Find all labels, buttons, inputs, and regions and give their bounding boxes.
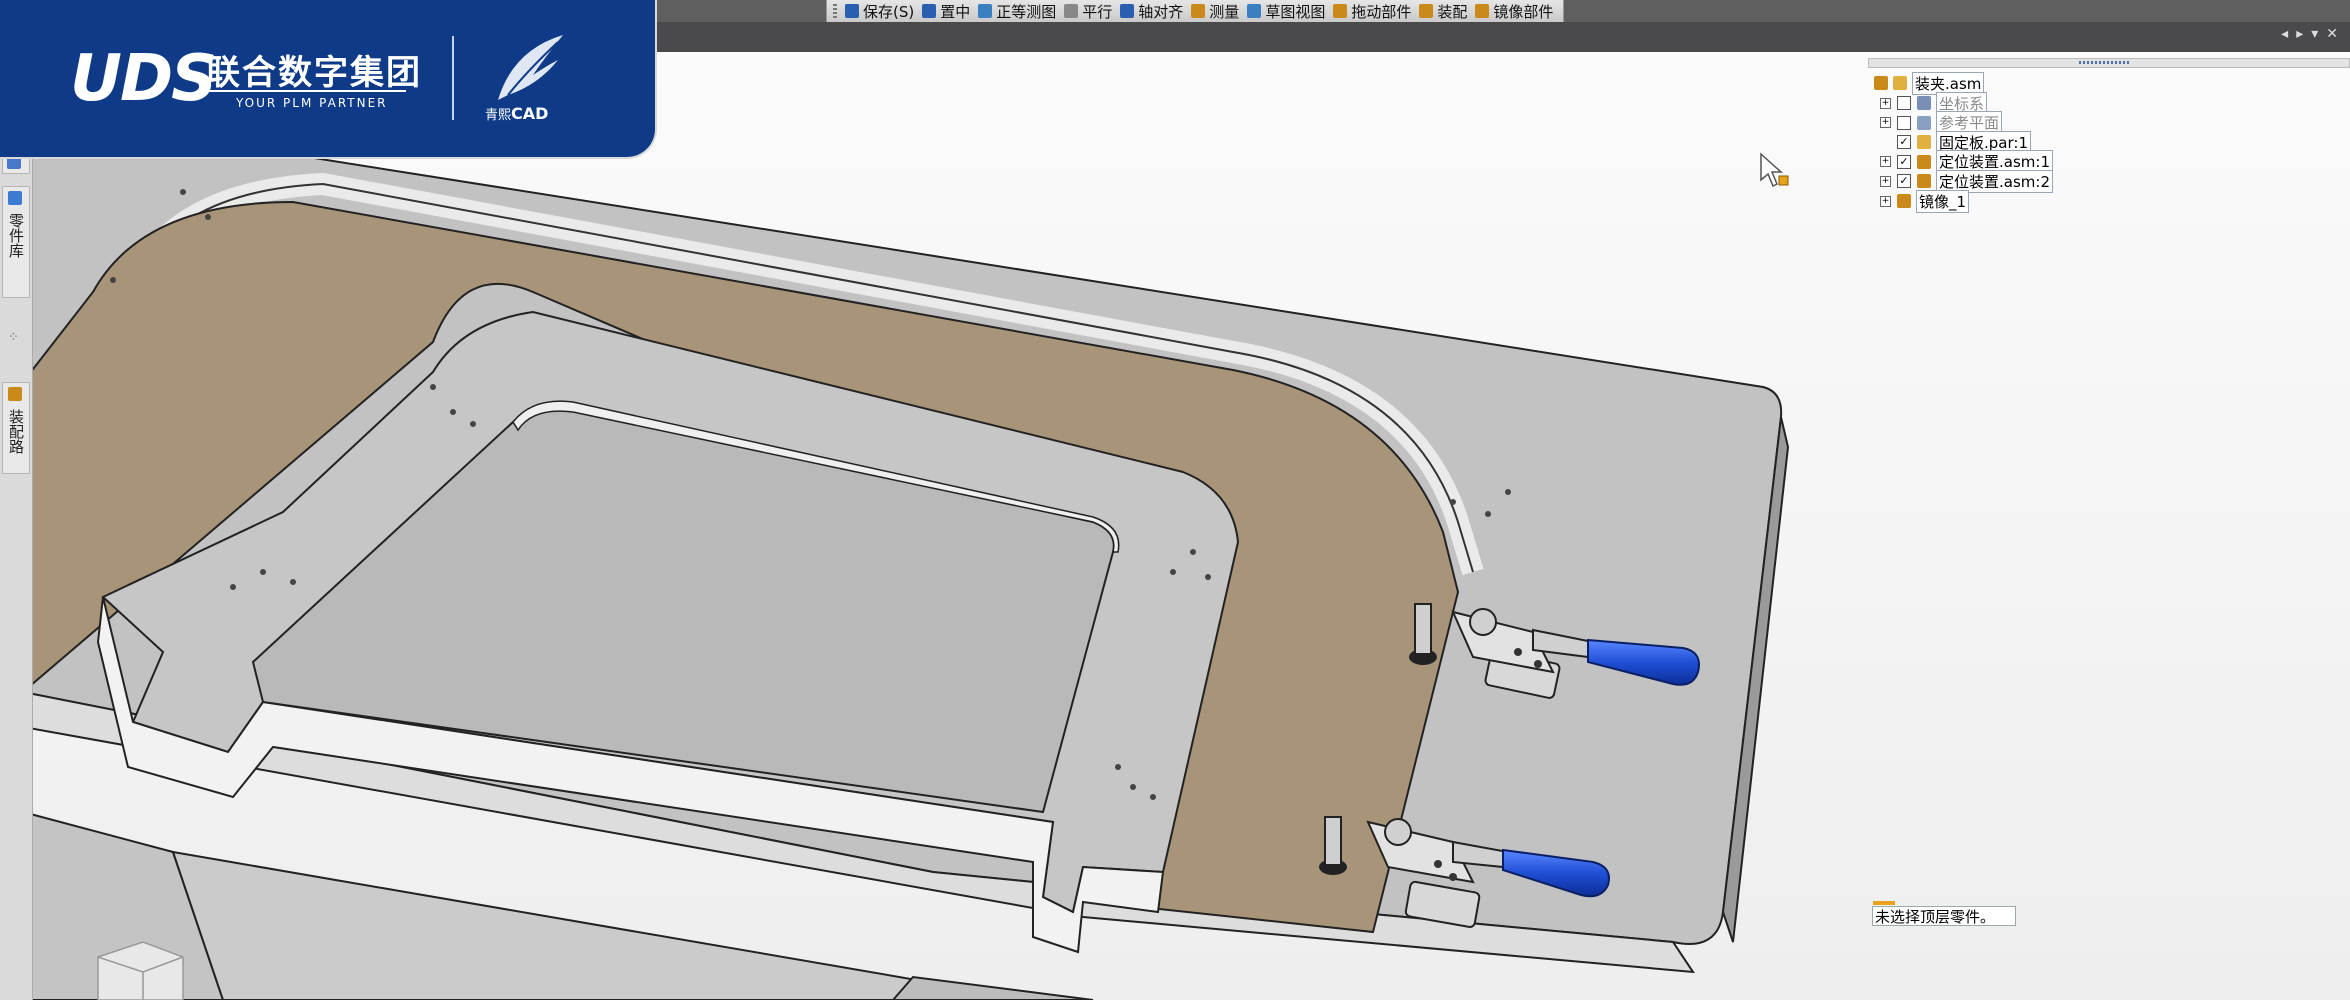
side-tab-label: 装配路 <box>7 409 25 454</box>
tree-item[interactable]: ✓ 固定板.par:1 <box>1880 130 2031 154</box>
grid-icon <box>7 155 21 169</box>
cad-product-name: 青熙CAD <box>485 104 548 123</box>
feather-logo-icon <box>498 35 563 100</box>
assembly-path-icon <box>8 387 22 401</box>
visibility-checkbox[interactable] <box>1897 115 1911 130</box>
cad-name-en: CAD <box>511 104 549 123</box>
expand-toggle-icon[interactable]: + <box>1880 175 1891 187</box>
drag-part-icon <box>1333 4 1348 18</box>
close-icon[interactable]: ✕ <box>2326 26 2338 42</box>
brand-tagline: YOUR PLM PARTNER <box>236 96 388 110</box>
status-marker-icon <box>1873 901 1895 905</box>
reference-plane-icon <box>1917 115 1931 130</box>
side-tab-label: 零件库 <box>7 213 25 258</box>
toolbar-button-label: 测量 <box>1209 2 1240 21</box>
brand-divider <box>452 36 454 120</box>
sketch-view-icon <box>1247 4 1262 18</box>
toolbar-button-label: 轴对齐 <box>1138 2 1184 21</box>
toolbar-button-label: 装配 <box>1437 2 1468 21</box>
tree-item[interactable]: + 参考平面 <box>1880 111 2003 134</box>
quick-access-toolbar: 保存(S) 置中 正等测图 平行 轴对齐 测量 草图视图 拖动部件 装配 镜像部件 <box>826 0 1565 22</box>
save-icon <box>845 4 859 18</box>
assembly-sub-icon <box>1893 76 1907 90</box>
iso-view-icon <box>978 4 993 18</box>
strip-dots: ⁘ <box>8 330 19 345</box>
expand-toggle-icon[interactable]: + <box>1880 156 1891 167</box>
toolbar-button-drag-part[interactable]: 拖动部件 <box>1329 1 1415 21</box>
visibility-checkbox[interactable]: ✓ <box>1897 154 1911 169</box>
brand-underline <box>198 90 406 92</box>
tree-item[interactable]: + ✓ 定位装置.asm:2 <box>1880 169 2053 193</box>
toolbar-button-label: 平行 <box>1082 2 1113 21</box>
tree-panel-header[interactable] <box>1868 58 2350 68</box>
part-icon <box>1917 135 1931 149</box>
toolbar-button-center[interactable]: 置中 <box>918 1 974 21</box>
brand-name-cn: 联合数字集团 <box>206 53 422 93</box>
parallel-icon <box>1064 4 1079 18</box>
mirror-part-icon <box>1475 4 1490 18</box>
axis-align-icon <box>1120 4 1135 18</box>
mirror-icon <box>1897 194 1911 208</box>
tree-root[interactable]: 装夹.asm <box>1874 71 1985 95</box>
toolbar-button-label: 镜像部件 <box>1493 2 1554 21</box>
nav-menu-icon[interactable]: ▾ <box>2311 26 2318 42</box>
tree-item[interactable]: + ✓ 定位装置.asm:1 <box>1880 150 2053 173</box>
expand-toggle-icon[interactable]: + <box>1880 117 1891 128</box>
toolbar-button-save[interactable]: 保存(S) <box>841 1 918 21</box>
assembly-icon <box>1874 76 1888 90</box>
toolbar-button-label: 草图视图 <box>1265 2 1326 21</box>
assemble-icon <box>1419 4 1434 18</box>
parts-library-icon <box>8 191 22 205</box>
tree-item-mirror[interactable]: + 镜像_1 <box>1880 189 1970 213</box>
subassembly-icon <box>1917 174 1931 188</box>
status-text: 未选择顶层零件。 <box>1875 907 1996 926</box>
tree-mirror-label: 镜像_1 <box>1916 189 1970 213</box>
left-tool-strip: 零件库 ⁘ 装配路 <box>0 150 33 1000</box>
cad-name-cn: 青熙 <box>485 108 512 123</box>
visibility-checkbox[interactable] <box>1897 96 1911 110</box>
toolbar-button-label: 正等测图 <box>996 2 1057 21</box>
nav-left-icon[interactable]: ◂ <box>2281 26 2288 42</box>
side-tab-assembly-path[interactable]: 装配路 <box>2 382 30 474</box>
uds-logo: UDS <box>70 42 217 116</box>
status-message: 未选择顶层零件。 <box>1872 901 2016 926</box>
tree-item[interactable]: + 坐标系 <box>1880 91 1988 115</box>
visibility-checkbox[interactable]: ✓ <box>1897 174 1911 188</box>
visibility-checkbox[interactable]: ✓ <box>1897 135 1911 149</box>
toolbar-button-mirror-part[interactable]: 镜像部件 <box>1471 1 1557 21</box>
toolbar-button-label: 置中 <box>940 2 971 21</box>
assembly-model-render <box>33 52 2350 1000</box>
toolbar-button-sketch-view[interactable]: 草图视图 <box>1243 1 1329 21</box>
measure-icon <box>1191 4 1206 18</box>
window-nav-controls: ◂ ▸ ▾ ✕ <box>2281 26 2338 42</box>
toolbar-button-assemble[interactable]: 装配 <box>1415 1 1471 21</box>
expand-toggle-icon[interactable]: + <box>1880 195 1891 207</box>
toolbar-button-axis-align[interactable]: 轴对齐 <box>1116 1 1187 21</box>
toolbar-button-measure[interactable]: 测量 <box>1187 1 1243 21</box>
nav-right-icon[interactable]: ▸ <box>2296 26 2303 42</box>
toolbar-button-label: 拖动部件 <box>1351 2 1412 21</box>
brand-banner: UDS 联合数字集团 YOUR PLM PARTNER 青熙CAD <box>0 0 655 157</box>
toolbar-button-parallel[interactable]: 平行 <box>1060 1 1116 21</box>
3d-viewport[interactable] <box>33 52 2350 1000</box>
coordinate-system-icon <box>1917 96 1931 110</box>
toolbar-grip-handle[interactable] <box>833 4 837 18</box>
center-icon <box>922 4 937 18</box>
subassembly-icon <box>1917 154 1931 169</box>
toolbar-button-iso-view[interactable]: 正等测图 <box>974 1 1060 21</box>
side-tab-parts-library[interactable]: 零件库 <box>2 186 30 298</box>
expand-toggle-icon[interactable]: + <box>1880 97 1891 109</box>
toolbar-button-label: 保存(S) <box>863 2 915 21</box>
